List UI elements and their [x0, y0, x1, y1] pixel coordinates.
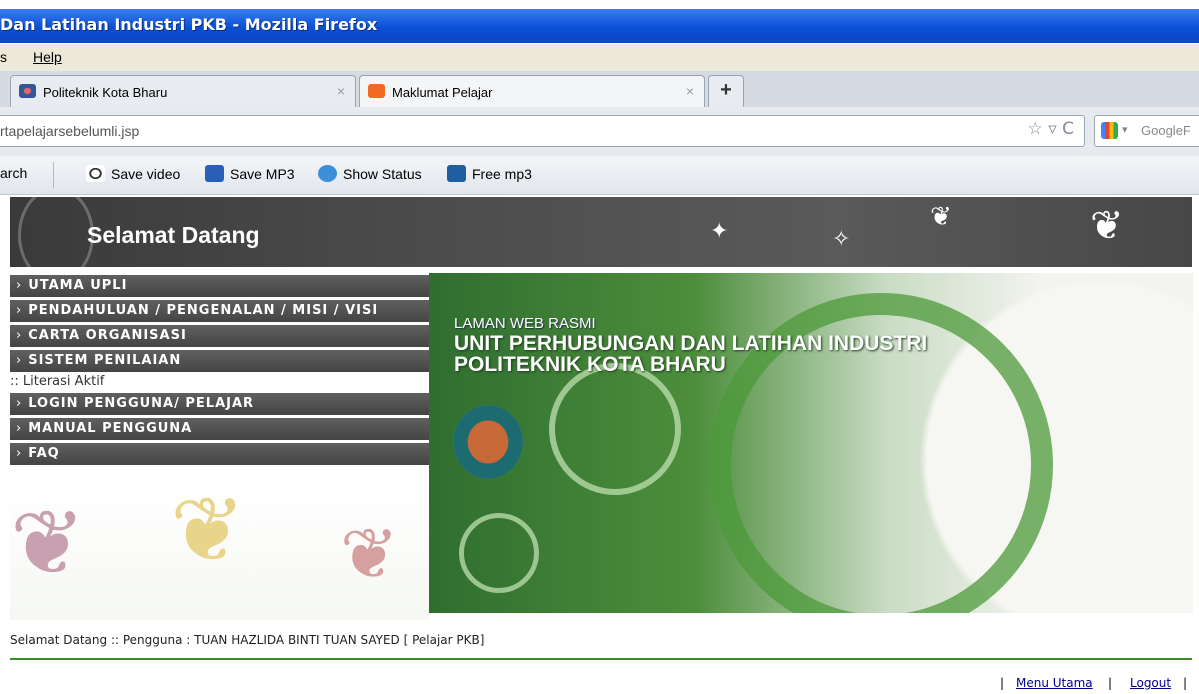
menu-tools-partial[interactable]: s — [0, 49, 7, 65]
bookmark-reload-controls[interactable]: ☆ ▿ C — [1028, 119, 1074, 139]
hero-title: UNIT PERHUBUNGAN DAN LATIHAN INDUSTRI PO… — [454, 333, 927, 375]
butterfly-icon: ❦ — [930, 202, 952, 232]
swirl-decoration — [18, 197, 94, 267]
navigation-bar: rtapelajarsebelumli.jsp ☆ ▿ C ▾ GoogleF — [0, 107, 1199, 156]
tab-label: Politeknik Kota Bharu — [43, 85, 168, 100]
save-video-button[interactable]: Save video — [86, 165, 180, 182]
menu-item-faq[interactable]: › FAQ — [10, 443, 429, 465]
save-mp3-button[interactable]: Save MP3 — [205, 165, 295, 182]
butterfly-icon: ❦ — [170, 478, 246, 583]
logout-link-text[interactable]: Logout — [1130, 676, 1171, 690]
page-banner: Selamat Datang ✦ ✧ ❦ ❦ — [10, 197, 1192, 267]
menu-bar: s Help — [0, 44, 1199, 71]
footer-separator: | — [1183, 676, 1188, 690]
butterfly-icon: ✧ — [832, 227, 851, 252]
tab-maklumat-pelajar[interactable]: Maklumat Pelajar × — [359, 75, 705, 107]
footer-separator: | — [1000, 676, 1005, 690]
menu-item-label: SISTEM PENILAIAN — [28, 353, 182, 368]
tab-politeknik[interactable]: Politeknik Kota Bharu × — [10, 75, 356, 107]
toolbar-divider — [53, 162, 54, 188]
mp3-icon — [205, 165, 224, 182]
menu-item-carta-organisasi[interactable]: › CARTA ORGANISASI — [10, 325, 429, 347]
hero-title-line1: UNIT PERHUBUNGAN DAN LATIHAN INDUSTRI — [454, 332, 928, 355]
arrow-icon: › — [16, 353, 23, 368]
arrow-icon: › — [16, 421, 23, 436]
save-video-label: Save video — [111, 166, 181, 182]
menu-item-label: MANUAL PENGGUNA — [28, 421, 193, 436]
show-status-label: Show Status — [343, 166, 422, 182]
butterfly-icon: ❦ — [1090, 203, 1124, 249]
app-icon — [368, 84, 385, 98]
arrow-icon: › — [16, 303, 23, 318]
divider — [10, 658, 1192, 660]
menu-subitem-literasi-aktif[interactable]: :: Literasi Aktif — [10, 374, 104, 389]
menu-help[interactable]: Help — [33, 49, 62, 65]
hero-banner: LAMAN WEB RASMI UNIT PERHUBUNGAN DAN LAT… — [429, 273, 1193, 613]
ring-decoration — [459, 513, 539, 593]
hero-title-line2: POLITEKNIK KOTA BHARU — [454, 353, 726, 376]
butterfly-icon: ❦ — [340, 513, 399, 595]
addon-toolbar: arch Save video Save MP3 Show Status Fre… — [0, 156, 1199, 195]
google-icon — [1101, 122, 1118, 139]
tab-label: Maklumat Pelajar — [392, 85, 493, 100]
url-text: rtapelajarsebelumli.jsp — [0, 123, 140, 139]
film-reel-icon — [86, 165, 105, 182]
menu-item-login[interactable]: › LOGIN PENGGUNA/ PELAJAR — [10, 393, 429, 415]
search-box[interactable]: ▾ GoogleF — [1094, 115, 1199, 147]
tab-bar: Politeknik Kota Bharu × Maklumat Pelajar… — [0, 71, 1199, 108]
music-note-icon — [447, 165, 466, 182]
butterfly-icon: ❦ — [10, 491, 86, 596]
save-mp3-label: Save MP3 — [230, 166, 295, 182]
free-mp3-label: Free mp3 — [472, 166, 532, 182]
url-bar[interactable]: rtapelajarsebelumli.jsp ☆ ▿ C — [0, 115, 1085, 147]
menu-utama-link[interactable]: Menu Utama — [1016, 676, 1093, 690]
menu-item-label: LOGIN PENGGUNA/ PELAJAR — [28, 396, 255, 411]
new-tab-button[interactable]: + — [708, 75, 744, 107]
ring-decoration — [549, 363, 681, 495]
menu-item-sistem-penilaian[interactable]: › SISTEM PENILAIAN — [10, 350, 429, 372]
close-icon[interactable]: × — [337, 83, 345, 99]
menu-item-label: UTAMA UPLI — [28, 278, 128, 293]
menu-item-utama-upli[interactable]: › UTAMA UPLI — [10, 275, 429, 297]
show-status-button[interactable]: Show Status — [318, 165, 422, 182]
arrow-icon: › — [16, 328, 23, 343]
butterfly-icon: ✦ — [710, 219, 729, 244]
arrow-icon: › — [16, 396, 23, 411]
arrow-icon: › — [16, 446, 23, 461]
banner-title: Selamat Datang — [87, 222, 260, 248]
side-menu-panel: › UTAMA UPLI › PENDAHULUAN / PENGENALAN / … — [10, 273, 429, 620]
search-engine-dropdown[interactable]: ▾ — [1122, 123, 1128, 136]
free-mp3-button[interactable]: Free mp3 — [447, 165, 532, 182]
menu-item-label: CARTA ORGANISASI — [28, 328, 187, 343]
window-title: Dan Latihan Industri PKB - Mozilla Firef… — [0, 15, 378, 34]
status-icon — [318, 165, 337, 182]
globe-icon — [19, 84, 36, 98]
polytechnic-logo — [453, 405, 523, 479]
close-icon[interactable]: × — [686, 83, 694, 99]
hero-subtitle: LAMAN WEB RASMI — [454, 315, 596, 332]
search-placeholder: GoogleF — [1141, 123, 1191, 138]
menu-item-label: PENDAHULUAN / PENGENALAN / MISI / VISI — [28, 303, 379, 318]
welcome-text: Selamat Datang :: Pengguna : TUAN HAZLID… — [10, 633, 485, 647]
logout-link[interactable]: Logout — [1130, 676, 1171, 690]
arrow-icon: › — [16, 278, 23, 293]
footer-separator: | — [1108, 676, 1113, 690]
menu-item-pendahuluan[interactable]: › PENDAHULUAN / PENGENALAN / MISI / VISI — [10, 300, 429, 322]
search-button[interactable]: arch — [0, 165, 27, 181]
menu-item-manual[interactable]: › MANUAL PENGGUNA — [10, 418, 429, 440]
menu-item-label: FAQ — [28, 446, 60, 461]
menu-utama-link-text[interactable]: Menu Utama — [1016, 676, 1093, 690]
window-titlebar: Dan Latihan Industri PKB - Mozilla Firef… — [0, 9, 1199, 43]
